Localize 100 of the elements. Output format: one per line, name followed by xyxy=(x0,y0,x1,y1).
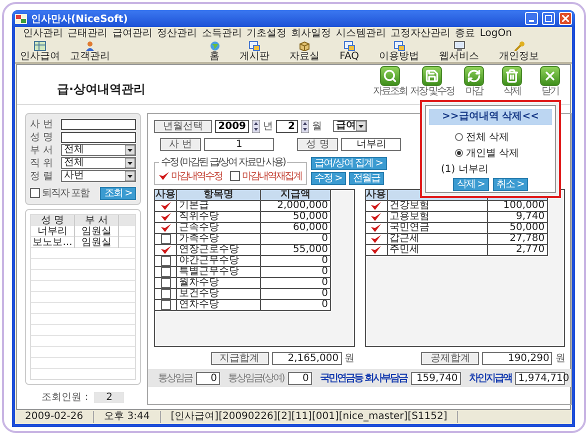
table-cell: 연차수당 xyxy=(177,300,261,311)
toolbar-button[interactable]: 이용방법 xyxy=(376,40,422,62)
action-button[interactable]: 자료조회 xyxy=(372,66,408,97)
status-text: 오후 3:44 xyxy=(94,411,161,423)
table-cell: 근속수당 xyxy=(177,223,261,234)
app-icon xyxy=(15,14,27,24)
minimize-button[interactable] xyxy=(525,12,538,25)
box-icon xyxy=(299,40,310,50)
field-label: 사 번 xyxy=(160,138,202,150)
group-label: 수정 (마감된 급/상여 자료만 사용) xyxy=(160,156,286,169)
count-value: 2 xyxy=(94,392,124,402)
year-field[interactable]: 2009 xyxy=(215,120,249,132)
table-cell: 갑근세 xyxy=(388,234,488,245)
dropdown-field[interactable]: 전체 xyxy=(61,144,136,156)
radio-label: 개인별 삭제 xyxy=(466,147,520,160)
menu-item[interactable]: 고정자산관리 xyxy=(390,27,450,40)
dialog-title: >>급여내역 삭제<< xyxy=(429,109,552,125)
checkbox[interactable] xyxy=(160,278,170,288)
table-cell: 보건수당 xyxy=(177,289,261,300)
input-field[interactable] xyxy=(61,132,136,142)
spinner-icon[interactable] xyxy=(301,120,309,132)
toolbar-button[interactable]: 인사급여 xyxy=(17,40,63,62)
table-cell: 55,000 xyxy=(261,245,331,256)
action-button[interactable]: 마감 xyxy=(456,66,492,97)
menu-item[interactable]: 근태관리 xyxy=(68,27,108,40)
checkbox[interactable] xyxy=(160,256,170,266)
action-button[interactable]: 삭제 xyxy=(494,66,530,97)
table-cell: 특별근무수당 xyxy=(177,267,261,278)
column-header: 성 명 xyxy=(31,215,75,226)
table-cell: 50,000 xyxy=(261,212,331,223)
checkbox[interactable] xyxy=(160,245,170,255)
toolbar-button[interactable]: 홈 xyxy=(206,40,223,62)
close-button[interactable] xyxy=(559,12,572,25)
checkbox[interactable] xyxy=(160,234,170,244)
unit-label: 원 xyxy=(344,352,355,365)
table-cell: 월차수당 xyxy=(177,278,261,289)
toolbar-button[interactable]: 게시판 xyxy=(236,40,273,62)
menu-item[interactable]: 급여관리 xyxy=(112,27,152,40)
checkbox[interactable] xyxy=(160,201,170,211)
checkbox-label: 마감내역재집계 xyxy=(242,170,302,183)
total-label: 지급합계 xyxy=(210,352,269,364)
unit-label: 년 xyxy=(263,120,273,133)
action-button[interactable]: 닫기 xyxy=(532,66,568,97)
action-button[interactable]: 저장 및수정 xyxy=(410,66,454,97)
table-cell: 0 xyxy=(261,234,331,245)
unit-label: 원 xyxy=(555,352,566,365)
menu-item[interactable]: 종료 xyxy=(455,27,476,40)
table-cell: 0 xyxy=(261,267,331,278)
maximize-icon xyxy=(545,15,552,22)
maximize-button[interactable] xyxy=(542,12,555,25)
menu-item[interactable]: 회사일정 xyxy=(291,27,332,40)
list-row[interactable]: 보노보... 임원실 xyxy=(31,237,135,248)
checkbox[interactable] xyxy=(160,289,170,299)
field-label: 직 위 xyxy=(30,157,54,170)
dropdown-field[interactable]: 급여 xyxy=(333,120,367,132)
table-cell: 주민세 xyxy=(388,245,488,256)
toolbar-button[interactable]: FAQ xyxy=(336,40,362,62)
table-cell: 100,000 xyxy=(488,201,548,212)
caret-icon xyxy=(125,171,135,181)
page-title: 급·상여내역관리 xyxy=(57,81,146,98)
toolbar-button[interactable]: 웹서비스 xyxy=(436,40,482,62)
checkbox[interactable] xyxy=(160,300,170,310)
checkbox[interactable] xyxy=(30,188,40,198)
radio-label: 전체 삭제 xyxy=(466,131,510,144)
spinner-icon[interactable] xyxy=(252,120,260,132)
table-cell: 0 xyxy=(261,278,331,289)
menu-item[interactable]: 인사관리 xyxy=(23,27,63,40)
toolbar-button[interactable]: 고객관리 xyxy=(67,40,113,62)
toolbar-button[interactable]: 자료실 xyxy=(286,40,323,62)
menu-item[interactable]: 소득관리 xyxy=(202,27,242,40)
menu-item[interactable]: LogOn xyxy=(480,27,512,40)
key-icon xyxy=(514,40,524,50)
dropdown-field[interactable]: 사번 xyxy=(61,170,136,182)
checkbox[interactable] xyxy=(160,212,170,222)
table-cell: 야간근무수당 xyxy=(177,256,261,267)
checkbox[interactable] xyxy=(230,171,240,181)
menu-item[interactable]: 정산관리 xyxy=(157,27,198,40)
dropdown-field[interactable]: 전체 xyxy=(61,157,136,169)
table-cell: 기본급 xyxy=(177,201,261,212)
close-icon xyxy=(562,15,569,22)
summary-label: 통상임금 xyxy=(158,372,192,385)
window-icon xyxy=(344,40,355,50)
checkbox[interactable] xyxy=(160,223,170,233)
menu-item[interactable]: 시스템관리 xyxy=(336,27,386,40)
caret-icon xyxy=(356,121,366,131)
radio-button[interactable] xyxy=(455,133,463,141)
list-row[interactable]: 너부리 임원실 xyxy=(31,226,135,237)
target-text: (1) 너부리 xyxy=(441,163,490,176)
table-icon xyxy=(34,40,46,50)
table-cell: 너부리 xyxy=(31,226,75,237)
radio-button[interactable] xyxy=(455,149,463,157)
toolbar-button[interactable]: 개인정보 xyxy=(496,40,542,62)
checkbox[interactable] xyxy=(160,267,170,277)
menu-item[interactable]: 기초설정 xyxy=(246,27,286,40)
input-field[interactable] xyxy=(61,118,136,130)
status-text: 2009-02-26 xyxy=(15,411,94,423)
month-field[interactable]: 2 xyxy=(276,120,298,132)
table-cell: 직위수당 xyxy=(177,212,261,223)
summary-label: 통상임금(상여) xyxy=(228,372,284,385)
table-cell: 국민연금 xyxy=(388,223,488,234)
